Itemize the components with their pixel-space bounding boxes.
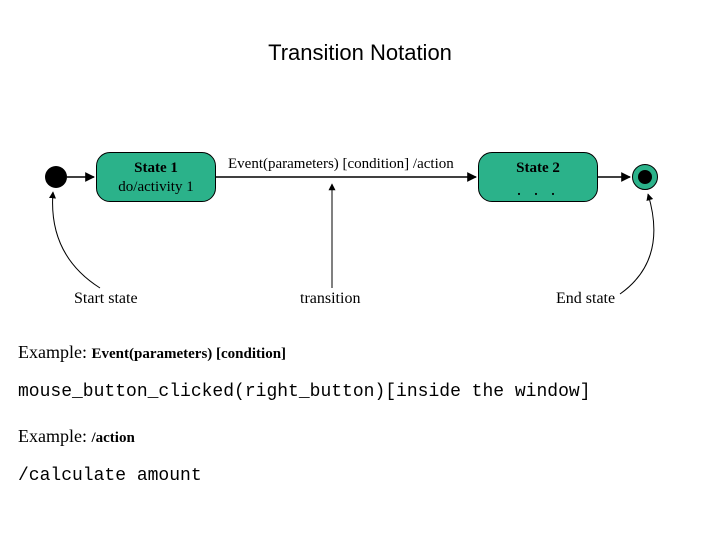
- start-state-caption: Start state: [74, 290, 138, 308]
- start-state-icon: [45, 166, 67, 188]
- example-1-bold: Event(parameters) [condition]: [91, 346, 286, 362]
- transition-label-text: Event(parameters) [condition] /action: [228, 156, 454, 173]
- example-2-prefix: Example:: [18, 426, 91, 446]
- example-1-prefix: Example:: [18, 342, 91, 362]
- state-1-activity: do/activity 1: [97, 178, 215, 197]
- end-state-inner-icon: [638, 170, 652, 184]
- state-2-name: State 2: [479, 159, 597, 178]
- example-1-code: mouse_button_clicked(right_button)[insid…: [18, 382, 591, 402]
- state-1-box: State 1 do/activity 1: [96, 152, 216, 202]
- example-2-bold: /action: [91, 430, 134, 446]
- end-state-caption: End state: [556, 290, 615, 308]
- diagram-arrows: [0, 0, 720, 540]
- diagram-title: Transition Notation: [0, 40, 720, 66]
- example-2-line: Example: /action: [18, 426, 135, 447]
- example-1-line: Example: Event(parameters) [condition]: [18, 342, 286, 363]
- example-2-code: /calculate amount: [18, 466, 202, 486]
- state-2-box: State 2 . . .: [478, 152, 598, 202]
- state-2-ellipsis: . . .: [479, 178, 597, 201]
- state-1-name: State 1: [97, 159, 215, 178]
- transition-caption: transition: [300, 290, 360, 308]
